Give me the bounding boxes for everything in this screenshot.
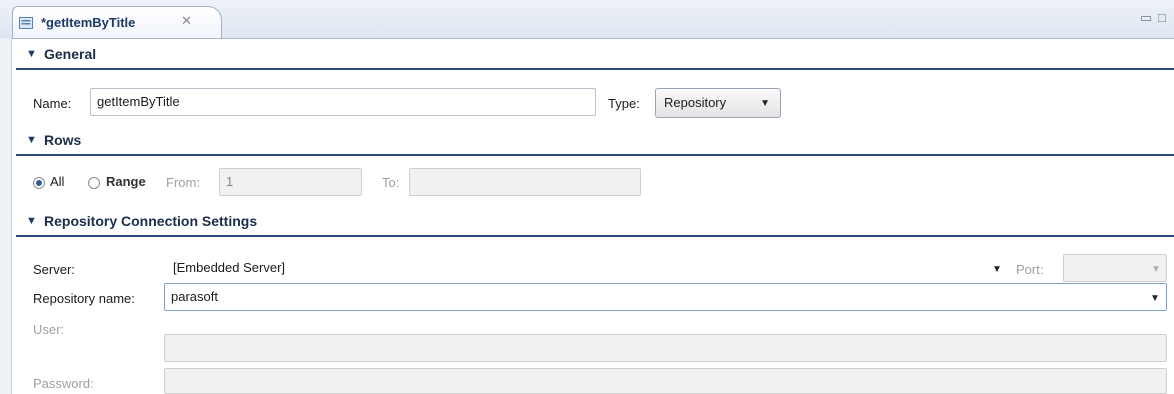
section-general-header[interactable]: ▼ General xyxy=(16,44,1174,70)
section-rows-title: Rows xyxy=(44,132,82,148)
collapse-icon[interactable]: ▼ xyxy=(26,134,37,146)
collapse-icon[interactable]: ▼ xyxy=(26,215,37,227)
section-rows-header[interactable]: ▼ Rows xyxy=(16,130,1174,156)
name-label: Name: xyxy=(33,96,72,111)
maximize-icon[interactable]: □ xyxy=(1158,10,1166,25)
type-label: Type: xyxy=(608,96,640,111)
chevron-down-icon[interactable]: ▼ xyxy=(1151,264,1161,275)
password-input[interactable] xyxy=(164,368,1167,394)
repository-name-combo[interactable]: parasoft xyxy=(164,283,1167,311)
database-editor-icon xyxy=(19,17,33,29)
section-general-title: General xyxy=(44,46,97,62)
port-label: Port: xyxy=(1016,262,1044,277)
server-combo-value: [Embedded Server] xyxy=(173,260,286,275)
editor-tab-strip: *getItemByTitle ✕ ▭ □ xyxy=(0,0,1174,39)
collapse-icon[interactable]: ▼ xyxy=(26,48,37,60)
radio-all-label: All xyxy=(50,174,65,189)
type-select-value: Repository xyxy=(664,95,727,110)
chevron-down-icon: ▼ xyxy=(760,98,770,109)
user-input[interactable] xyxy=(164,334,1167,362)
close-icon[interactable]: ✕ xyxy=(181,13,192,29)
to-input[interactable] xyxy=(409,168,641,196)
editor-tab[interactable]: *getItemByTitle ✕ xyxy=(12,6,222,38)
chevron-down-icon[interactable]: ▼ xyxy=(992,264,1002,275)
editor-tab-title: *getItemByTitle xyxy=(41,15,136,30)
minimize-icon[interactable]: ▭ xyxy=(1140,10,1152,26)
to-label: To: xyxy=(382,175,400,190)
radio-all[interactable] xyxy=(33,177,45,189)
from-label: From: xyxy=(166,175,200,190)
password-label: Password: xyxy=(33,376,94,391)
editor-left-gutter xyxy=(0,38,12,394)
section-repo-title: Repository Connection Settings xyxy=(44,213,258,229)
type-select[interactable]: Repository ▼ xyxy=(655,88,781,118)
user-label: User: xyxy=(33,322,65,337)
from-input[interactable]: 1 xyxy=(219,168,362,196)
radio-range[interactable] xyxy=(88,177,100,189)
repository-name-label: Repository name: xyxy=(33,291,135,306)
server-combo[interactable]: [Embedded Server] xyxy=(166,254,1006,282)
section-repo-header[interactable]: ▼ Repository Connection Settings xyxy=(16,211,1174,237)
radio-range-label: Range xyxy=(106,174,146,189)
repository-name-value: parasoft xyxy=(171,289,218,304)
server-label: Server: xyxy=(33,262,75,277)
name-input[interactable]: getItemByTitle xyxy=(90,88,596,116)
chevron-down-icon[interactable]: ▼ xyxy=(1150,293,1160,304)
